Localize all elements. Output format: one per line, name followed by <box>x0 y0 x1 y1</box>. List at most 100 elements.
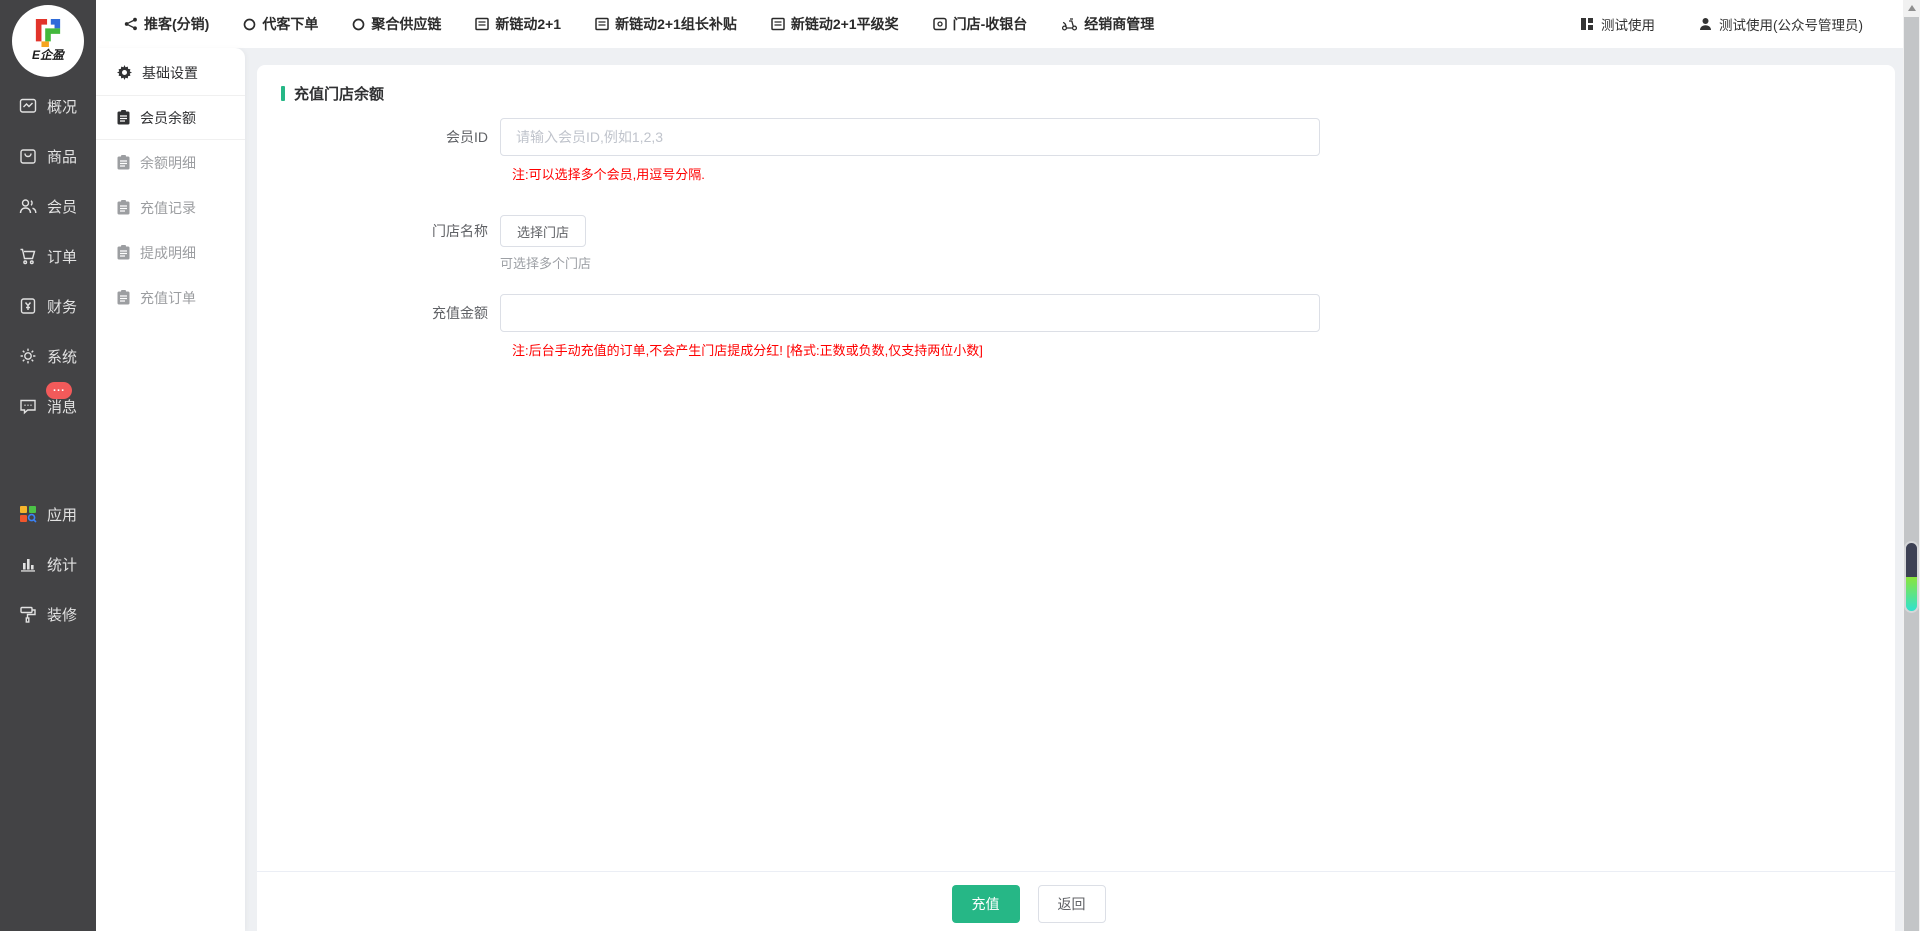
topnav-item-distribution[interactable]: 推客(分销) <box>124 14 209 34</box>
goods-icon <box>18 146 38 166</box>
scooter-icon <box>1061 17 1078 31</box>
scrollbar-up-arrow-icon[interactable] <box>1908 5 1916 11</box>
overview-icon <box>18 96 38 116</box>
share-icon <box>124 17 138 31</box>
test-use-label: 测试使用 <box>1601 14 1655 34</box>
amount-row: 充值金额 <box>257 294 1895 332</box>
top-bar-right: 测试使用 测试使用(公众号管理员) <box>1580 14 1903 34</box>
topnav-item-label: 门店-收银台 <box>953 14 1028 34</box>
topnav-item-proxy-order[interactable]: 代客下单 <box>243 14 318 34</box>
amount-note: 注:后台手动充值的订单,不会产生门店提成分红! [格式:正数或负数,仅支持两位小… <box>512 340 1895 359</box>
member-id-note: 注:可以选择多个会员,用逗号分隔. <box>512 164 1895 183</box>
submenu-item-label: 会员余额 <box>140 108 196 128</box>
topnav-item-store-cashier[interactable]: 门店-收银台 <box>933 14 1028 34</box>
topnav-item-chain-21-leader-bonus[interactable]: 新链动2+1组长补贴 <box>595 14 737 34</box>
topnav-item-chain-21-peer-award[interactable]: 新链动2+1平级奖 <box>771 14 899 34</box>
page-title-row: 充值门店余额 <box>257 65 1895 104</box>
brand-logo[interactable]: E企盈 <box>12 5 84 77</box>
sidebar-item-goods[interactable]: 商品 <box>0 131 96 181</box>
submenu-item-basic-settings[interactable]: 基础设置 <box>96 50 245 95</box>
app-sidebar: E企盈 概况 商品 <box>0 0 96 931</box>
sidebar-item-apps[interactable]: 应用 <box>0 489 96 539</box>
recharge-submit-button[interactable]: 充值 <box>952 885 1020 923</box>
page-title: 充值门店余额 <box>294 83 384 104</box>
sidebar-item-label: 概况 <box>47 96 77 117</box>
grid-icon <box>475 17 489 31</box>
topnav-item-label: 代客下单 <box>262 14 318 34</box>
sidebar-item-label: 财务 <box>47 296 77 317</box>
submenu-item-recharge-orders[interactable]: 充值订单 <box>96 275 245 320</box>
submenu-item-label: 余额明细 <box>140 153 196 173</box>
submenu-item-balance-detail[interactable]: 余额明细 <box>96 140 245 185</box>
clipboard-icon <box>117 245 130 260</box>
sidebar-nav: 概况 商品 会员 订单 <box>0 81 96 639</box>
sidebar-item-label: 订单 <box>47 246 77 267</box>
stats-icon <box>18 554 38 574</box>
sidebar-item-finance[interactable]: 财务 <box>0 281 96 331</box>
sidebar-bottom-group: 应用 统计 <box>0 489 96 639</box>
clipboard-icon <box>117 200 130 215</box>
account-menu[interactable]: 测试使用(公众号管理员) <box>1699 14 1863 34</box>
system-icon <box>18 346 38 366</box>
sidebar-item-label: 统计 <box>47 554 77 575</box>
submenu-item-label: 充值订单 <box>140 288 196 308</box>
circle-icon <box>243 18 256 31</box>
sidebar-item-orders[interactable]: 订单 <box>0 231 96 281</box>
finance-icon <box>18 296 38 316</box>
account-label: 测试使用(公众号管理员) <box>1719 14 1863 34</box>
clipboard-icon <box>117 155 130 170</box>
scroll-indicator-dark-segment <box>1906 543 1917 577</box>
sidebar-item-members[interactable]: 会员 <box>0 181 96 231</box>
sidebar-item-overview[interactable]: 概况 <box>0 81 96 131</box>
member-id-label: 会员ID <box>257 118 500 156</box>
scrollbar[interactable] <box>1903 0 1920 931</box>
user-icon <box>1699 17 1712 31</box>
back-button[interactable]: 返回 <box>1038 885 1106 923</box>
sidebar-item-stats[interactable]: 统计 <box>0 539 96 589</box>
sidebar-item-label: 系统 <box>47 346 77 367</box>
message-badge: ... <box>46 382 72 399</box>
sidebar-item-label: 会员 <box>47 196 77 217</box>
sidebar-item-label: 装修 <box>47 604 77 625</box>
amount-label: 充值金额 <box>257 294 500 332</box>
apps-icon <box>18 504 38 524</box>
message-icon <box>18 396 38 416</box>
store-name-note: 可选择多个门店 <box>500 253 591 272</box>
topnav-item-label: 推客(分销) <box>144 14 209 34</box>
amount-input[interactable] <box>500 294 1320 332</box>
sidebar-item-messages[interactable]: 消息 ... <box>0 381 96 431</box>
dashboard-icon <box>1580 17 1594 31</box>
topnav-item-chain-21[interactable]: 新链动2+1 <box>475 14 561 34</box>
title-accent-bar <box>281 86 285 101</box>
form-footer: 充值 返回 <box>257 871 1895 923</box>
scrollbar-thumb[interactable] <box>1904 17 1919 931</box>
grid-icon <box>771 17 785 31</box>
circle-icon <box>352 18 365 31</box>
content-card: 充值门店余额 会员ID 注:可以选择多个会员,用逗号分隔. 门店名称 选择门店 … <box>257 65 1895 931</box>
submenu-item-recharge-records[interactable]: 充值记录 <box>96 185 245 230</box>
topnav-item-label: 新链动2+1组长补贴 <box>615 14 737 34</box>
topnav-item-supply-chain[interactable]: 聚合供应链 <box>352 14 441 34</box>
decorate-icon <box>18 604 38 624</box>
clipboard-icon <box>117 290 130 305</box>
submenu-item-label: 充值记录 <box>140 198 196 218</box>
member-id-input[interactable] <box>500 118 1320 156</box>
sidebar-item-decorate[interactable]: 装修 <box>0 589 96 639</box>
main-area: 充值门店余额 会员ID 注:可以选择多个会员,用逗号分隔. 门店名称 选择门店 … <box>245 48 1903 931</box>
submenu-item-member-balance[interactable]: 会员余额 <box>96 95 245 140</box>
submenu-item-label: 基础设置 <box>142 63 198 83</box>
topnav-item-label: 经销商管理 <box>1084 14 1154 34</box>
top-bar: 推客(分销) 代客下单 聚合供应链 新链动2+1 <box>96 0 1903 48</box>
brand-logo-text: E企盈 <box>32 46 64 63</box>
scroll-position-indicator[interactable] <box>1906 543 1917 611</box>
test-use-button[interactable]: 测试使用 <box>1580 14 1655 34</box>
sidebar-item-system[interactable]: 系统 <box>0 331 96 381</box>
topnav-item-label: 聚合供应链 <box>371 14 441 34</box>
orders-icon <box>18 246 38 266</box>
submenu-item-commission-detail[interactable]: 提成明细 <box>96 230 245 275</box>
select-store-button[interactable]: 选择门店 <box>500 215 586 247</box>
sidebar-item-label: 商品 <box>47 146 77 167</box>
topnav-item-dealer-management[interactable]: 经销商管理 <box>1061 14 1154 34</box>
members-icon <box>18 196 38 216</box>
scroll-indicator-green-segment <box>1906 577 1917 611</box>
